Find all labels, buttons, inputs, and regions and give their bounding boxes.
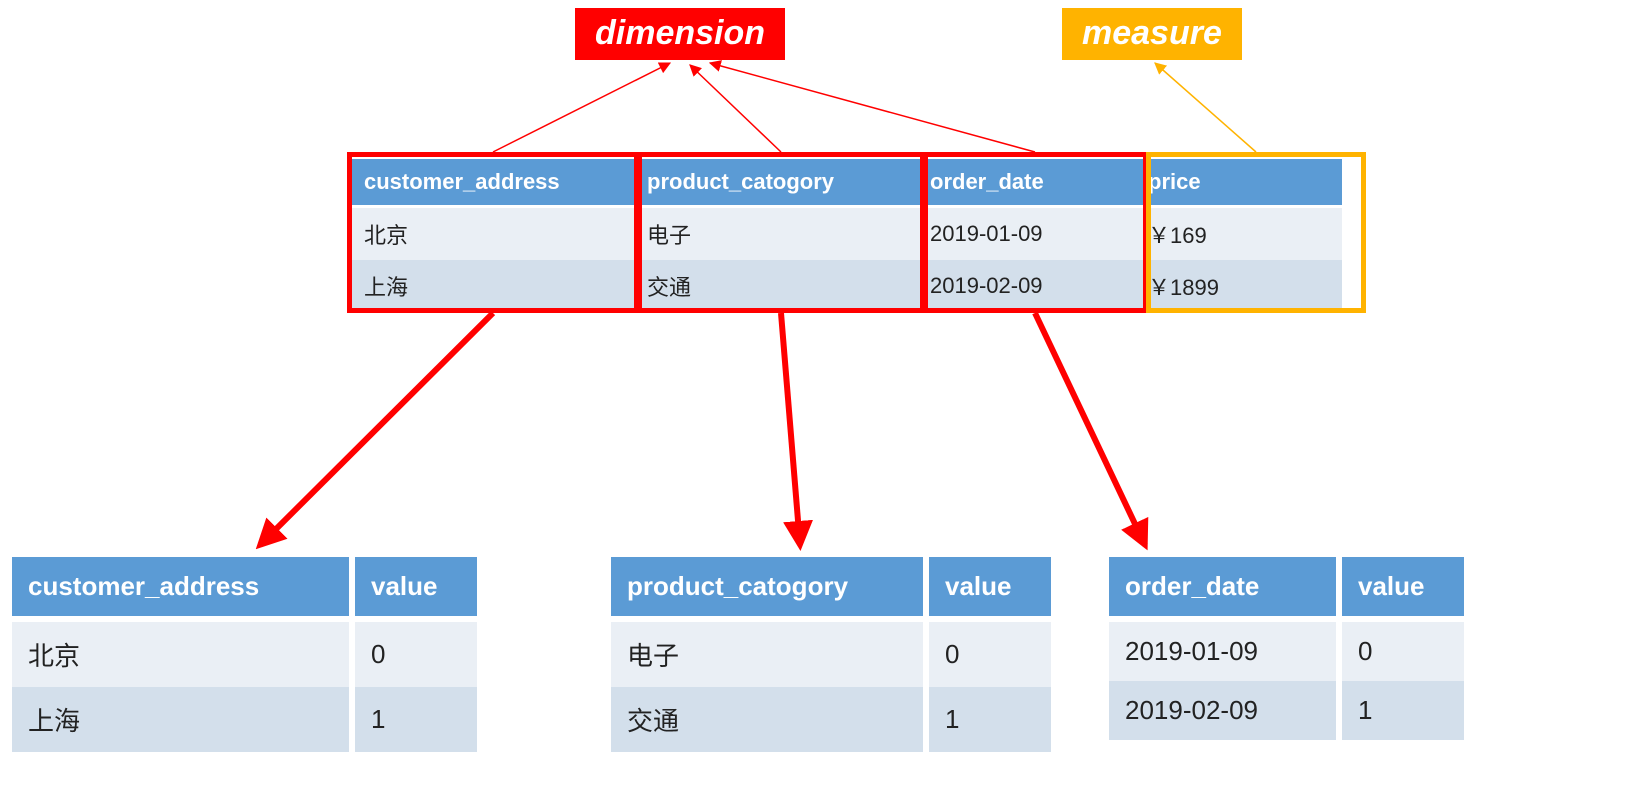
dimension-table-product-category: product_catogory value 电子 0 交通 1 xyxy=(611,557,1051,752)
table-row: 上海 交通 2019-02-09 ￥1899 xyxy=(350,260,1342,312)
cell: 1 xyxy=(929,687,1051,752)
cell: 2019-02-09 xyxy=(916,260,1134,312)
cell: 电子 xyxy=(611,622,929,687)
col-product-category: product_catogory xyxy=(633,159,916,208)
measure-label: measure xyxy=(1062,8,1242,60)
main-table: customer_address product_catogory order_… xyxy=(350,159,1342,312)
cell: ￥169 xyxy=(1134,208,1342,260)
cell: 北京 xyxy=(12,622,355,687)
cell: 1 xyxy=(355,687,477,752)
col-price: price xyxy=(1134,159,1342,208)
col-header: customer_address xyxy=(12,557,355,622)
dimension-table-customer-address: customer_address value 北京 0 上海 1 xyxy=(12,557,477,752)
cell: 电子 xyxy=(633,208,916,260)
cell: 上海 xyxy=(12,687,355,752)
col-header: value xyxy=(355,557,477,622)
table-row: 北京 电子 2019-01-09 ￥169 xyxy=(350,208,1342,260)
cell: 交通 xyxy=(633,260,916,312)
cell: 2019-02-09 xyxy=(1109,681,1342,740)
table-row: 2019-02-09 1 xyxy=(1109,681,1464,740)
table-row: 2019-01-09 0 xyxy=(1109,622,1464,681)
cell: 2019-01-09 xyxy=(916,208,1134,260)
cell: 北京 xyxy=(350,208,633,260)
cell: 上海 xyxy=(350,260,633,312)
col-customer-address: customer_address xyxy=(350,159,633,208)
col-header: value xyxy=(1342,557,1464,622)
table-row: 北京 0 xyxy=(12,622,477,687)
table-header-row: customer_address product_catogory order_… xyxy=(350,159,1342,208)
cell: 0 xyxy=(355,622,477,687)
col-header: product_catogory xyxy=(611,557,929,622)
table-row: 上海 1 xyxy=(12,687,477,752)
dimension-table-order-date: order_date value 2019-01-09 0 2019-02-09… xyxy=(1109,557,1464,740)
dimension-label: dimension xyxy=(575,8,785,60)
col-order-date: order_date xyxy=(916,159,1134,208)
table-row: 交通 1 xyxy=(611,687,1051,752)
cell: 2019-01-09 xyxy=(1109,622,1342,681)
cell: 0 xyxy=(1342,622,1464,681)
col-header: value xyxy=(929,557,1051,622)
cell: 交通 xyxy=(611,687,929,752)
col-header: order_date xyxy=(1109,557,1342,622)
table-row: 电子 0 xyxy=(611,622,1051,687)
cell: ￥1899 xyxy=(1134,260,1342,312)
cell: 0 xyxy=(929,622,1051,687)
cell: 1 xyxy=(1342,681,1464,740)
